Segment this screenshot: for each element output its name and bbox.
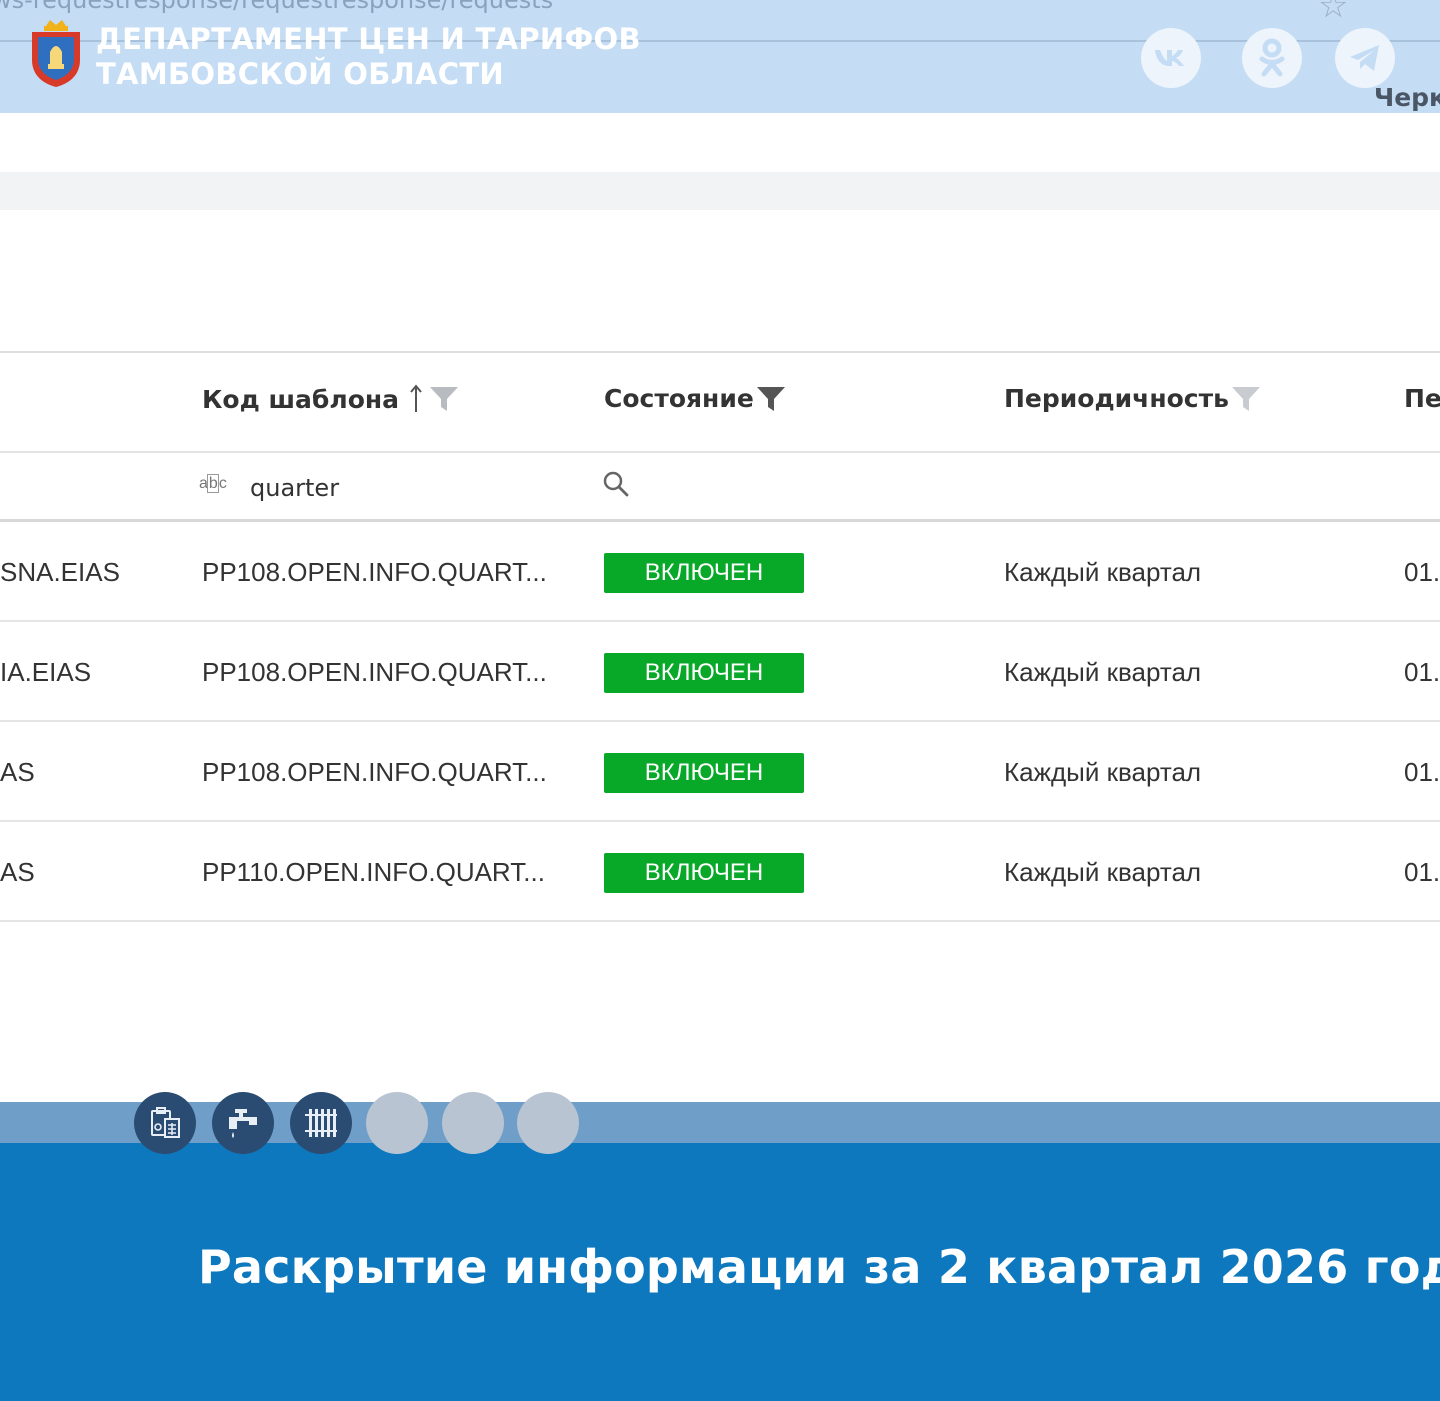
row-code-cell: PP110.OPEN.INFO.QUART...	[202, 857, 545, 887]
row-name-text: AS	[0, 757, 35, 787]
table-top-border	[0, 351, 1440, 353]
row-period-cell: Каждый квартал	[1004, 557, 1202, 587]
browser-url-text: ws-requestresponse/requestresponse/reque…	[0, 0, 554, 14]
vk-icon[interactable]	[1141, 28, 1201, 88]
user-name-partial[interactable]: Черк	[1374, 83, 1440, 112]
search-icon[interactable]	[602, 470, 630, 498]
table-row[interactable]: AS PP108.OPEN.INFO.QUART... ВКЛЮЧЕН Кажд…	[0, 722, 1440, 822]
text-filter-icon: abc	[199, 474, 227, 493]
table-row[interactable]: IA.EIAS PP108.OPEN.INFO.QUART... ВКЛЮЧЕН…	[0, 622, 1440, 722]
column-header-state-label: Состояние	[604, 384, 754, 413]
row-code-cell: PP108.OPEN.INFO.QUART...	[202, 557, 547, 587]
row-code-cell: PP108.OPEN.INFO.QUART...	[202, 657, 547, 687]
status-badge: ВКЛЮЧЕН	[604, 753, 804, 793]
bookmark-star-icon[interactable]: ☆	[1318, 0, 1348, 26]
sort-ascending-icon[interactable]	[409, 384, 423, 414]
row-extra-cell: 01.	[1404, 557, 1440, 587]
row-name-text: IA.EIAS	[0, 657, 92, 687]
toolbar-band	[0, 172, 1440, 210]
row-name-cell: IA.EIAS	[0, 622, 180, 722]
row-divider	[0, 920, 1440, 922]
header-row-border	[0, 451, 1440, 453]
department-title-line2: ТАМБОВСКОЙ ОБЛАСТИ	[96, 57, 504, 91]
row-period-cell: Каждый квартал	[1004, 757, 1202, 787]
odnoklassniki-icon[interactable]	[1242, 28, 1302, 88]
placeholder-circle	[366, 1092, 428, 1154]
row-period-cell: Каждый квартал	[1004, 657, 1202, 687]
table-row[interactable]: AS PP110.OPEN.INFO.QUART... ВКЛЮЧЕН Кажд…	[0, 822, 1440, 922]
column-header-code[interactable]: Код шаблона	[202, 384, 459, 414]
tambov-emblem-icon	[32, 20, 80, 87]
status-badge: ВКЛЮЧЕН	[604, 553, 804, 593]
column-header-period[interactable]: Периодичность	[1004, 384, 1261, 413]
column-header-period-label: Периодичность	[1004, 384, 1229, 413]
funnel-icon[interactable]	[1231, 385, 1261, 413]
status-badge: ВКЛЮЧЕН	[604, 653, 804, 693]
department-title-line1: ДЕПАРТАМЕНТ ЦЕН И ТАРИФОВ	[96, 22, 641, 56]
row-extra-cell: 01.	[1404, 757, 1440, 787]
funnel-icon[interactable]	[429, 385, 459, 413]
column-header-state[interactable]: Состояние	[604, 384, 786, 413]
department-title: ДЕПАРТАМЕНТ ЦЕН И ТАРИФОВ ТАМБОВСКОЙ ОБЛ…	[96, 22, 641, 92]
row-name-cell: SNA.EIAS	[0, 522, 180, 622]
water-tap-icon	[212, 1092, 274, 1154]
banner-caption: Раскрытие информации за 2 квартал 2026 г…	[198, 1240, 1440, 1294]
row-period-cell: Каждый квартал	[1004, 857, 1202, 887]
telegram-icon[interactable]	[1335, 28, 1395, 88]
placeholder-circle	[517, 1092, 579, 1154]
site-header: ws-requestresponse/requestresponse/reque…	[0, 0, 1440, 113]
row-extra-cell: 01.	[1404, 857, 1440, 887]
code-filter-input[interactable]	[250, 470, 570, 506]
column-header-extra-label: Пе	[1404, 384, 1440, 413]
calculator-doc-icon	[134, 1092, 196, 1154]
table-row[interactable]: SNA.EIAS PP108.OPEN.INFO.QUART... ВКЛЮЧЕ…	[0, 522, 1440, 622]
row-name-text: AS	[0, 857, 35, 887]
row-code-cell: PP108.OPEN.INFO.QUART...	[202, 757, 547, 787]
column-header-code-label: Код шаблона	[202, 384, 400, 414]
row-name-text: SNA.EIAS	[0, 557, 120, 587]
status-badge: ВКЛЮЧЕН	[604, 853, 804, 893]
placeholder-circle	[442, 1092, 504, 1154]
funnel-icon[interactable]	[756, 385, 786, 413]
column-header-extra[interactable]: Пе	[1404, 384, 1440, 413]
row-name-cell: AS	[0, 822, 180, 922]
row-name-cell: AS	[0, 722, 180, 822]
row-extra-cell: 01.	[1404, 657, 1440, 687]
radiator-icon	[290, 1092, 352, 1154]
